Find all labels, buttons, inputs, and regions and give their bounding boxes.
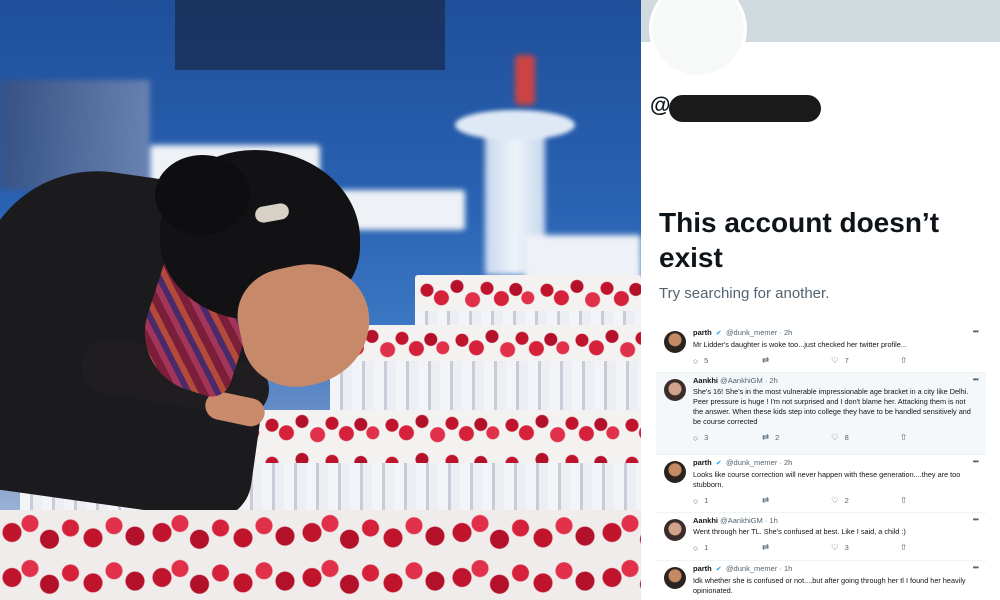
tweet-header: Aankhi @AankhiGM · 2h	[693, 376, 976, 386]
coffin-table	[330, 325, 641, 420]
author-name[interactable]: parth	[693, 458, 712, 467]
share-icon: ⇧	[900, 432, 908, 442]
tweet-header: parth ✔ @dunk_memer · 2h	[693, 328, 976, 339]
redaction-bar	[669, 95, 821, 122]
tweet-text: Looks like course correction will never …	[693, 470, 961, 489]
retweet-icon: ⇄	[762, 495, 770, 505]
more-icon[interactable]: •••	[973, 327, 979, 336]
twitter-panel: @a This account doesn’t exist Try search…	[641, 0, 1000, 600]
like-count: 2	[844, 496, 849, 505]
tweet-text: Idk whether she is confused or not....bu…	[693, 576, 966, 595]
retweet-icon: ⇄	[762, 432, 770, 442]
reply-button[interactable]: ○ 5	[693, 356, 762, 366]
avatar[interactable]	[664, 519, 686, 541]
author-handle-time: @AankhiGM · 2h	[720, 376, 778, 385]
more-icon[interactable]: •••	[973, 515, 979, 524]
retweet-icon: ⇄	[762, 542, 770, 552]
page-title: This account doesn’t exist	[659, 207, 940, 273]
heart-icon: ♡	[831, 355, 839, 365]
author-name[interactable]: parth	[693, 564, 712, 573]
tweet-item[interactable]: parth ✔ @dunk_memer · 2h ••• Mr Lidder's…	[656, 325, 986, 373]
reply-button[interactable]: ○ 3	[693, 433, 762, 443]
author-handle-time: @dunk_memer · 2h	[725, 458, 793, 467]
verified-badge-icon: ✔	[715, 566, 722, 573]
author-name[interactable]: Aankhi	[693, 516, 718, 525]
tweet-actions: ○ 3 ⇄ 2 ♡ 8 ⇧	[693, 432, 976, 443]
tweet-item[interactable]: Aankhi @AankhiGM · 2h ••• She's 16! She'…	[656, 373, 986, 455]
like-button[interactable]: ♡ 8	[831, 432, 900, 443]
like-count: 8	[844, 433, 849, 442]
heart-icon: ♡	[831, 432, 839, 442]
author-handle-time: @dunk_memer · 2h	[725, 328, 793, 337]
avatar[interactable]	[664, 567, 686, 589]
share-button[interactable]: ⇧	[900, 355, 969, 366]
more-icon[interactable]: •••	[973, 375, 979, 384]
reply-count: 1	[704, 496, 709, 505]
tweet-thread: parth ✔ @dunk_memer · 2h ••• Mr Lidder's…	[656, 325, 986, 600]
share-button[interactable]: ⇧	[900, 495, 969, 506]
author-handle-time: @AankhiGM · 1h	[720, 516, 778, 525]
memorial-photo	[0, 0, 641, 600]
tweet-header: parth ✔ @dunk_memer · 1h	[693, 564, 976, 575]
author-name[interactable]: parth	[693, 328, 712, 337]
retweet-icon: ⇄	[762, 355, 770, 365]
avatar[interactable]	[664, 379, 686, 401]
retweet-button[interactable]: ⇄ 2	[762, 432, 831, 443]
avatar[interactable]	[664, 461, 686, 483]
tweet-text: She's 16! She's in the most vulnerable i…	[693, 387, 971, 426]
share-button[interactable]: ⇧	[900, 432, 969, 443]
candle	[515, 55, 535, 105]
reply-count: 3	[704, 433, 709, 442]
tweet-text: Mr Lidder's daughter is woke too...just …	[693, 340, 907, 349]
background-window	[175, 0, 445, 70]
author-name[interactable]: Aankhi	[693, 376, 718, 385]
tweet-actions: ○ 1 ⇄ ♡ 3 ⇧	[693, 542, 976, 553]
like-count: 3	[844, 543, 849, 552]
tweet-header: parth ✔ @dunk_memer · 2h	[693, 458, 976, 469]
like-button[interactable]: ♡ 3	[831, 542, 900, 553]
like-count: 7	[844, 356, 849, 365]
share-button[interactable]: ⇧	[900, 542, 969, 553]
heart-icon: ♡	[831, 495, 839, 505]
tweet-text: Went through her TL. She's confused at b…	[693, 527, 906, 536]
tweet-item[interactable]: parth ✔ @dunk_memer · 2h ••• Looks like …	[656, 455, 986, 513]
tweet-actions: ○ 5 ⇄ ♡ 7 ⇧	[693, 355, 976, 366]
page-subtitle: Try searching for another.	[659, 285, 830, 302]
like-button[interactable]: ♡ 7	[831, 355, 900, 366]
reply-icon: ○	[693, 432, 699, 443]
retweet-button[interactable]: ⇄	[762, 495, 831, 506]
reply-button[interactable]: ○ 1	[693, 543, 762, 553]
like-button[interactable]: ♡ 2	[831, 495, 900, 506]
tweet-actions: ○ 1 ⇄ ♡ 2 ⇧	[693, 495, 976, 506]
retweet-button[interactable]: ⇄	[762, 542, 831, 553]
share-icon: ⇧	[900, 542, 908, 552]
author-handle-time: @dunk_memer · 1h	[725, 564, 793, 573]
retweet-button[interactable]: ⇄	[762, 355, 831, 366]
heart-icon: ♡	[831, 542, 839, 552]
reply-count: 5	[704, 356, 709, 365]
reply-count: 1	[704, 543, 709, 552]
tweet-item[interactable]: Aankhi @AankhiGM · 1h ••• Went through h…	[656, 513, 986, 561]
verified-badge-icon: ✔	[715, 460, 722, 467]
reply-icon: ○	[693, 495, 699, 506]
reply-icon: ○	[693, 355, 699, 366]
share-icon: ⇧	[900, 355, 908, 365]
more-icon[interactable]: •••	[973, 457, 979, 466]
tweet-item[interactable]: parth ✔ @dunk_memer · 1h ••• Idk whether…	[656, 561, 986, 600]
reply-icon: ○	[693, 542, 699, 553]
mourner-hair-bun	[155, 155, 250, 235]
reply-button[interactable]: ○ 1	[693, 496, 762, 506]
share-icon: ⇧	[900, 495, 908, 505]
profile-avatar	[649, 0, 747, 78]
tweet-header: Aankhi @AankhiGM · 1h	[693, 516, 976, 526]
verified-badge-icon: ✔	[715, 330, 722, 337]
pedestal-top	[455, 110, 575, 140]
retweet-count: 2	[775, 433, 780, 442]
more-icon[interactable]: •••	[973, 563, 979, 572]
rose-petals-foreground	[0, 510, 641, 600]
avatar[interactable]	[664, 331, 686, 353]
